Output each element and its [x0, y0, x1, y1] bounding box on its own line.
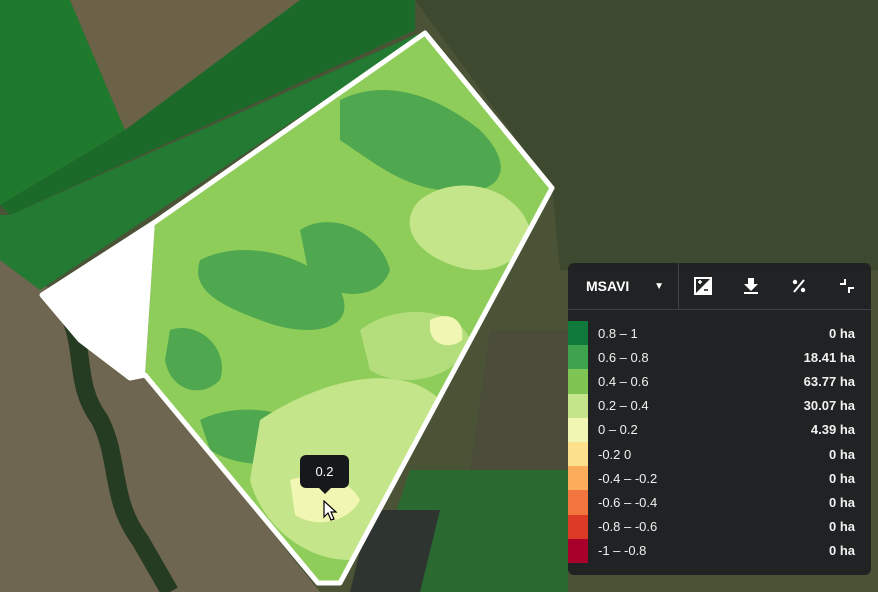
- layer-dropdown[interactable]: MSAVI ▼: [568, 263, 679, 309]
- legend-area: 0 ha: [828, 446, 855, 462]
- legend-range: 0 – 0.2: [598, 422, 638, 438]
- panel-toolbar: MSAVI ▼: [568, 263, 871, 310]
- legend-row: -0.4 – -0.2 0 ha: [568, 466, 855, 491]
- legend-list: 0.8 – 1 0 ha 0.6 – 0.8 18.41 ha 0.4 – 0.6 63.…: [568, 310, 871, 563]
- legend-swatch: [568, 514, 588, 539]
- legend-row: 0.8 – 1 0 ha: [568, 321, 855, 346]
- legend-area: 0 ha: [828, 470, 855, 486]
- legend-area: 0 ha: [828, 519, 855, 535]
- legend-swatch: [568, 466, 588, 491]
- legend-row: -0.6 – -0.4 0 ha: [568, 490, 855, 515]
- legend-area: 4.39 ha: [810, 422, 855, 438]
- collapse-button[interactable]: [823, 263, 871, 309]
- legend-range: 0.8 – 1: [598, 325, 638, 341]
- legend-swatch: [568, 321, 588, 346]
- legend-area: 0 ha: [828, 494, 855, 510]
- legend-range: -0.4 – -0.2: [598, 470, 658, 486]
- legend-area: 0 ha: [828, 325, 855, 341]
- legend-range: 0.4 – 0.6: [598, 373, 649, 389]
- legend-area: 18.41 ha: [803, 349, 855, 365]
- legend-range: -0.2 0: [598, 446, 632, 462]
- caret-down-icon: ▼: [654, 280, 664, 292]
- legend-panel: MSAVI ▼ 0.8 – 1 0 ha 0.6 – 0.8 18.41 ha …: [568, 263, 871, 575]
- download-button[interactable]: [727, 263, 775, 309]
- legend-area: 63.77 ha: [803, 373, 855, 389]
- mouse-cursor-icon: [323, 500, 338, 521]
- collapse-icon: [840, 279, 854, 293]
- percent-icon: [792, 279, 806, 293]
- legend-swatch: [568, 538, 588, 563]
- legend-row: 0.6 – 0.8 18.41 ha: [568, 345, 855, 370]
- image-compare-icon: [694, 277, 712, 295]
- percent-button[interactable]: [775, 263, 823, 309]
- legend-swatch: [568, 417, 588, 442]
- legend-swatch: [568, 441, 588, 467]
- value-tooltip: 0.2: [300, 455, 349, 494]
- legend-swatch: [568, 369, 588, 394]
- legend-row: 0.2 – 0.4 30.07 ha: [568, 393, 855, 418]
- layer-label: MSAVI: [586, 278, 630, 294]
- legend-swatch: [568, 393, 588, 418]
- legend-row: -1 – -0.8 0 ha: [568, 538, 855, 563]
- legend-swatch: [568, 490, 588, 515]
- legend-row: 0 – 0.2 4.39 ha: [568, 417, 855, 442]
- legend-area: 0 ha: [828, 543, 855, 559]
- legend-area: 30.07 ha: [803, 398, 855, 414]
- legend-swatch: [568, 345, 588, 370]
- image-compare-button[interactable]: [679, 263, 727, 309]
- download-icon: [744, 278, 758, 294]
- legend-range: 0.6 – 0.8: [598, 349, 649, 365]
- legend-range: -0.6 – -0.4: [598, 494, 658, 510]
- tooltip-value: 0.2: [315, 464, 334, 479]
- legend-row: 0.4 – 0.6 63.77 ha: [568, 369, 855, 394]
- legend-row: -0.8 – -0.6 0 ha: [568, 514, 855, 539]
- legend-range: -0.8 – -0.6: [598, 519, 658, 535]
- legend-range: -1 – -0.8: [598, 543, 647, 559]
- legend-range: 0.2 – 0.4: [598, 398, 649, 414]
- legend-row: -0.2 0 0 ha: [568, 441, 855, 467]
